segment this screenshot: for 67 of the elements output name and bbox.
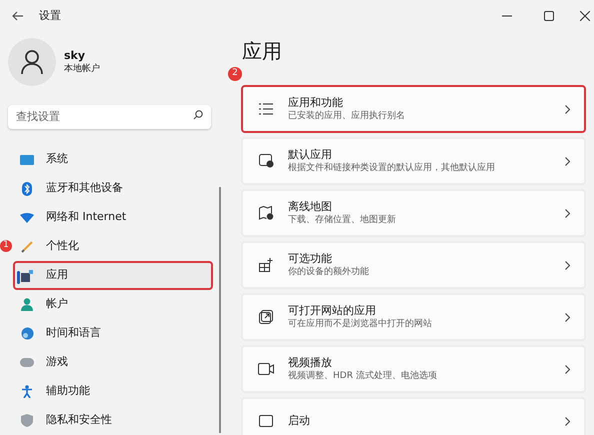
card-title: 启动 <box>288 414 310 428</box>
chevron-icon <box>565 364 570 374</box>
settings-card[interactable]: 默认应用 根据文件和链接种类设置的默认应用，其他默认应用 <box>241 137 586 185</box>
gamepad-icon <box>20 358 34 367</box>
sidebar-item[interactable]: 个性化 <box>13 232 213 261</box>
back-icon[interactable] <box>12 11 24 21</box>
settings-card[interactable]: 视频播放 视频调整、HDR 流式处理、电池选项 <box>241 345 586 393</box>
search-icon <box>193 110 203 120</box>
settings-card[interactable]: 可打开网站的应用 可在应用而不是浏览器中打开的网站 <box>241 293 586 341</box>
sidebar-item[interactable]: 应用 <box>13 261 213 290</box>
selection-indicator <box>17 271 20 284</box>
card-title: 离线地图 <box>288 200 333 214</box>
sidebar-item[interactable]: 网络和 Internet <box>13 203 213 232</box>
sidebar-item[interactable]: 系统 <box>13 145 213 174</box>
search-field[interactable]: 查找设置 <box>8 104 211 128</box>
card-subtitle: 你的设备的额外功能 <box>288 266 369 278</box>
card-subtitle: 根据文件和链接种类设置的默认应用，其他默认应用 <box>288 162 495 174</box>
card-subtitle: 下载、存储位置、地图更新 <box>288 214 396 226</box>
settings-card[interactable]: 应用和功能 已安装的应用、应用执行别名 <box>241 85 586 133</box>
sidebar-item[interactable]: 隐私和安全性 <box>13 406 213 435</box>
accessibility-icon <box>21 385 33 398</box>
list-icon <box>259 103 273 115</box>
card-subtitle: 可在应用而不是浏览器中打开的网站 <box>288 318 432 330</box>
chevron-icon <box>565 416 570 426</box>
chevron-icon <box>565 312 570 322</box>
apps-icon <box>21 270 33 282</box>
chevron-icon <box>565 208 570 218</box>
close-icon[interactable] <box>580 11 590 21</box>
video-camera-icon <box>258 363 274 375</box>
user-name: sky <box>64 49 86 63</box>
startup-icon <box>259 415 273 427</box>
monitor-icon <box>20 154 34 164</box>
chevron-icon <box>565 156 570 166</box>
card-title: 视频播放 <box>288 356 333 370</box>
account-type: 本地帐户 <box>64 63 100 75</box>
card-title: 应用和功能 <box>288 96 344 110</box>
window-check-icon <box>258 154 274 168</box>
step-badge: 1 <box>0 240 12 252</box>
card-title: 默认应用 <box>288 148 333 162</box>
person-icon <box>21 298 33 311</box>
card-subtitle: 已安装的应用、应用执行别名 <box>288 110 405 122</box>
page-title: 应用 <box>242 38 283 64</box>
brush-icon <box>21 240 33 252</box>
sidebar-item[interactable]: 辅助功能 <box>13 377 213 406</box>
card-title: 可打开网站的应用 <box>288 304 377 318</box>
sidebar-item[interactable]: 蓝牙和其他设备 <box>13 174 213 203</box>
step-badge: 2 <box>228 67 242 81</box>
person-icon <box>21 50 43 74</box>
grid-plus-icon <box>259 258 273 272</box>
sidebar-item[interactable]: 帐户 <box>13 290 213 319</box>
settings-card[interactable]: 离线地图 下载、存储位置、地图更新 <box>241 189 586 237</box>
maximize-icon[interactable] <box>544 11 554 21</box>
bluetooth-icon <box>22 182 32 196</box>
globe-icon <box>20 327 34 340</box>
sidebar-item[interactable]: 时间和语言 <box>13 319 213 348</box>
chevron-icon <box>565 260 570 270</box>
map-icon <box>258 206 274 220</box>
settings-card[interactable]: 可选功能 你的设备的额外功能 <box>241 241 586 289</box>
shield-icon <box>21 414 33 427</box>
chevron-icon <box>565 104 570 114</box>
card-title: 可选功能 <box>288 252 333 266</box>
card-subtitle: 视频调整、HDR 流式处理、电池选项 <box>288 370 437 382</box>
open-link-icon <box>259 310 273 324</box>
sidebar-item[interactable]: 游戏 <box>13 348 213 377</box>
window-title: 设置 <box>39 8 61 24</box>
settings-card[interactable]: 启动 <box>241 397 586 435</box>
wifi-icon <box>20 212 34 222</box>
